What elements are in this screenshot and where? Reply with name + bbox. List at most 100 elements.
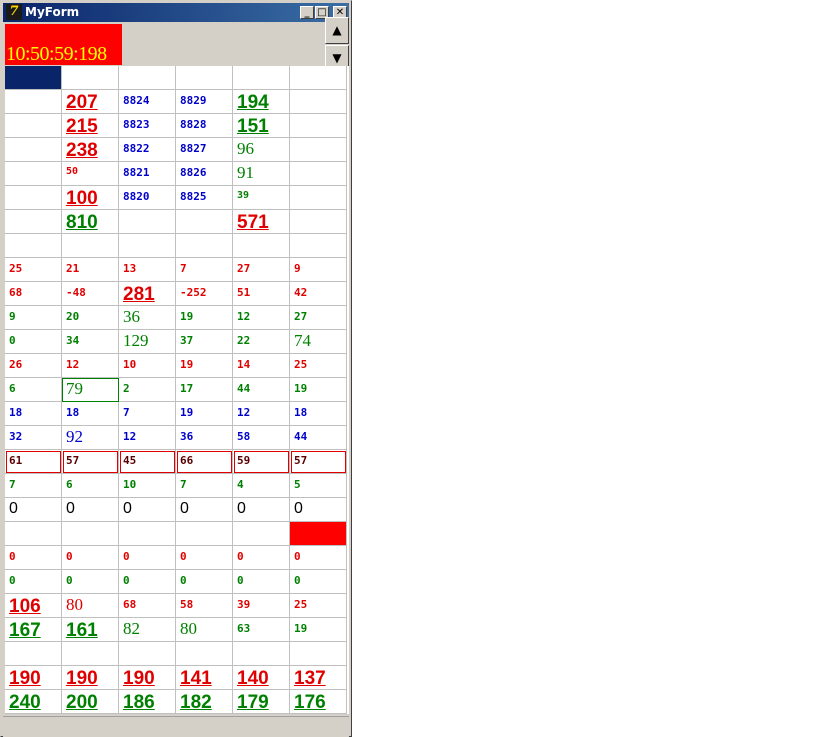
grid-cell[interactable]	[176, 234, 233, 258]
grid-cell[interactable]: 45	[119, 450, 176, 474]
grid-cell[interactable]: 571	[233, 210, 290, 234]
grid-cell[interactable]: 9	[290, 258, 347, 282]
grid-cell[interactable]	[62, 642, 119, 666]
grid-cell[interactable]: 21	[62, 258, 119, 282]
grid-cell[interactable]: 0	[62, 498, 119, 522]
grid-cell[interactable]: 810	[62, 210, 119, 234]
grid-cell[interactable]: 39	[233, 186, 290, 210]
grid-cell[interactable]: 58	[233, 426, 290, 450]
grid-cell[interactable]: 20	[62, 306, 119, 330]
grid-cell[interactable]: 8822	[119, 138, 176, 162]
grid-cell[interactable]: 25	[290, 354, 347, 378]
grid-cell[interactable]: 0	[290, 570, 347, 594]
grid-cell[interactable]: 6	[5, 378, 62, 402]
grid-cell[interactable]: 39	[233, 594, 290, 618]
grid-cell[interactable]: 61	[5, 450, 62, 474]
grid-cell[interactable]: 194	[233, 90, 290, 114]
grid-cell[interactable]: 8821	[119, 162, 176, 186]
grid-cell[interactable]	[5, 210, 62, 234]
grid-cell[interactable]: 66	[176, 450, 233, 474]
grid-cell[interactable]: 186	[119, 690, 176, 714]
grid-cell[interactable]: 91	[233, 162, 290, 186]
grid-cell[interactable]: 200	[62, 690, 119, 714]
grid-cell[interactable]: 34	[62, 330, 119, 354]
grid-cell[interactable]: 12	[119, 426, 176, 450]
grid-cell[interactable]: 161	[62, 618, 119, 642]
grid-cell[interactable]	[5, 162, 62, 186]
grid-cell[interactable]: 74	[290, 330, 347, 354]
grid-cell[interactable]: 0	[5, 498, 62, 522]
grid-cell[interactable]: 0	[176, 546, 233, 570]
grid-cell[interactable]: 96	[233, 138, 290, 162]
grid-cell[interactable]	[62, 522, 119, 546]
grid-cell[interactable]	[119, 642, 176, 666]
grid-cell[interactable]: 179	[233, 690, 290, 714]
grid-cell[interactable]: 8824	[119, 90, 176, 114]
grid-cell[interactable]	[5, 234, 62, 258]
grid-cell[interactable]: 19	[176, 354, 233, 378]
grid-cell[interactable]: 79	[62, 378, 119, 402]
grid-cell[interactable]: 9	[5, 306, 62, 330]
grid-cell[interactable]: 12	[233, 402, 290, 426]
grid-cell[interactable]: 22	[233, 330, 290, 354]
grid-cell[interactable]: 19	[176, 306, 233, 330]
grid-cell[interactable]: 8828	[176, 114, 233, 138]
grid-cell[interactable]	[290, 90, 347, 114]
grid-cell[interactable]	[5, 642, 62, 666]
grid-cell[interactable]: 68	[119, 594, 176, 618]
grid-cell[interactable]: 137	[290, 666, 347, 690]
grid-cell[interactable]: 167	[5, 618, 62, 642]
grid-cell[interactable]: 63	[233, 618, 290, 642]
grid-cell[interactable]: 129	[119, 330, 176, 354]
grid-cell[interactable]	[119, 522, 176, 546]
grid-cell[interactable]	[176, 210, 233, 234]
grid-cell[interactable]	[233, 66, 290, 90]
grid-cell[interactable]: 141	[176, 666, 233, 690]
grid-cell[interactable]: 58	[176, 594, 233, 618]
grid-cell[interactable]	[290, 162, 347, 186]
grid-cell[interactable]: 0	[176, 498, 233, 522]
grid-cell[interactable]: 13	[119, 258, 176, 282]
grid-cell[interactable]: 8826	[176, 162, 233, 186]
grid-cell[interactable]: 190	[5, 666, 62, 690]
grid-cell[interactable]: 238	[62, 138, 119, 162]
grid-cell[interactable]: 18	[62, 402, 119, 426]
grid-cell[interactable]	[290, 138, 347, 162]
grid-cell[interactable]: 17	[176, 378, 233, 402]
grid-cell[interactable]: 57	[290, 450, 347, 474]
grid-cell[interactable]: 0	[5, 570, 62, 594]
grid-cell[interactable]	[5, 66, 62, 90]
scroll-up-button[interactable]: ▲	[325, 17, 349, 44]
grid-cell[interactable]: 80	[176, 618, 233, 642]
grid-cell[interactable]: 25	[290, 594, 347, 618]
grid-cell[interactable]: 0	[233, 570, 290, 594]
grid-cell[interactable]: 8825	[176, 186, 233, 210]
grid-cell[interactable]: 0	[233, 546, 290, 570]
grid-cell[interactable]	[233, 642, 290, 666]
grid-cell[interactable]: 36	[176, 426, 233, 450]
grid-cell[interactable]: 19	[290, 378, 347, 402]
grid-cell[interactable]: 18	[5, 402, 62, 426]
grid-cell[interactable]	[5, 138, 62, 162]
grid-cell[interactable]: 42	[290, 282, 347, 306]
grid-cell[interactable]	[290, 522, 347, 546]
grid-cell[interactable]: 68	[5, 282, 62, 306]
grid-cell[interactable]	[176, 642, 233, 666]
grid-cell[interactable]: 57	[62, 450, 119, 474]
grid-cell[interactable]: 7	[119, 402, 176, 426]
grid-cell[interactable]: 0	[290, 546, 347, 570]
grid-cell[interactable]: -48	[62, 282, 119, 306]
grid-cell[interactable]: 0	[62, 570, 119, 594]
grid-cell[interactable]: 27	[290, 306, 347, 330]
grid-cell[interactable]: 5	[290, 474, 347, 498]
grid-cell[interactable]: 281	[119, 282, 176, 306]
grid-cell[interactable]: 14	[233, 354, 290, 378]
grid-cell[interactable]	[176, 522, 233, 546]
grid-cell[interactable]: 106	[5, 594, 62, 618]
grid-cell[interactable]: 0	[5, 330, 62, 354]
grid-cell[interactable]: 26	[5, 354, 62, 378]
grid-cell[interactable]: 18	[290, 402, 347, 426]
grid-cell[interactable]	[62, 66, 119, 90]
grid-cell[interactable]: 0	[62, 546, 119, 570]
grid-cell[interactable]: 59	[233, 450, 290, 474]
